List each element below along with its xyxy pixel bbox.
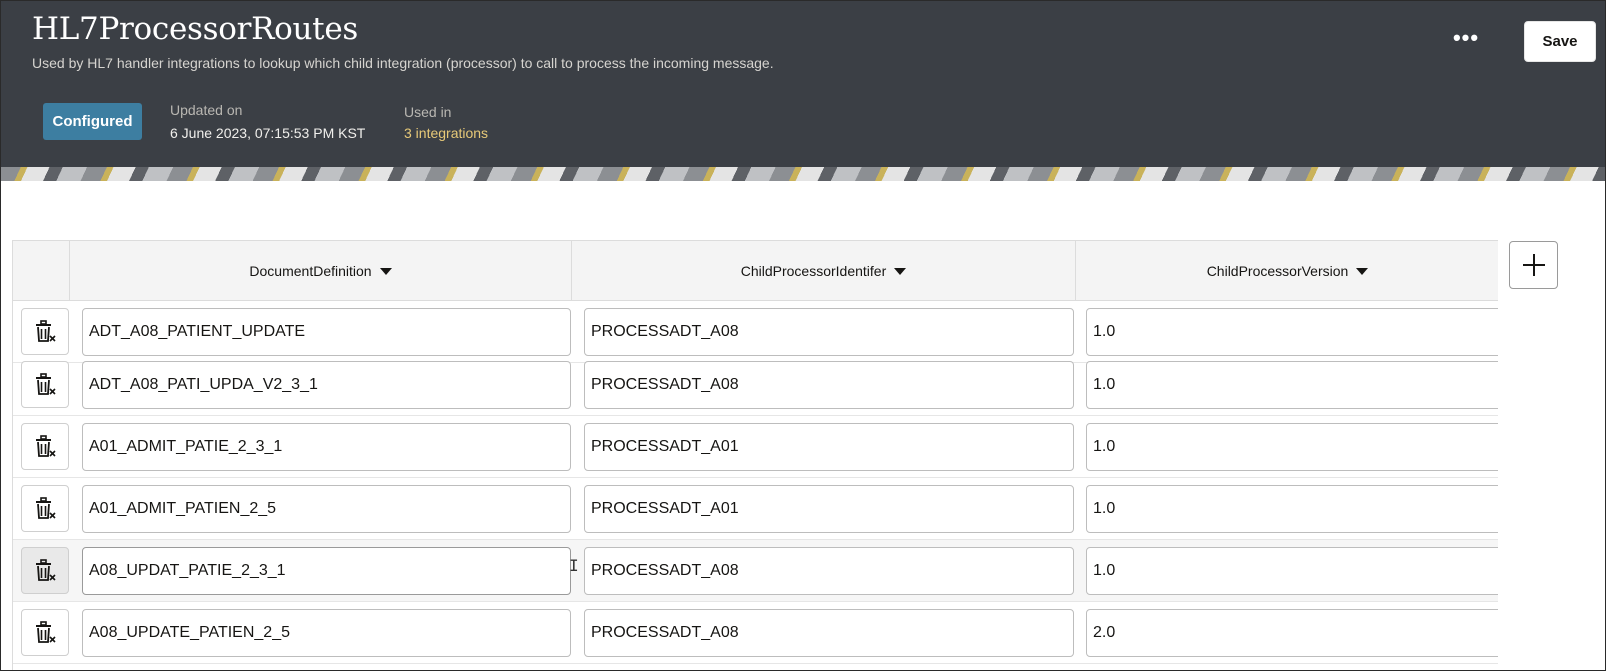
column-header-child-processor-identifer[interactable]: ChildProcessorIdentifer [572,241,1076,301]
page-header: HL7ProcessorRoutes Used by HL7 handler i… [1,1,1605,176]
child-processor-version-input[interactable]: 1.0 [1086,485,1498,533]
document-definition-input[interactable]: A01_ADMIT_PATIE_2_3_1 [82,423,571,471]
child-processor-identifier-input[interactable]: PROCESSADT_A08 [584,609,1074,657]
child-processor-identifier-input[interactable]: PROCESSADT_A08 [584,361,1074,409]
trash-icon [36,496,56,519]
used-in-link[interactable]: 3 integrations [404,125,488,141]
caret-down-icon[interactable] [379,267,392,275]
delete-row-button[interactable] [21,423,69,470]
updated-value: 6 June 2023, 07:15:53 PM KST [170,125,366,141]
column-header-child-processor-version[interactable]: ChildProcessorVersion [1076,241,1498,301]
trash-icon [36,434,56,457]
caret-down-icon[interactable] [1356,267,1369,275]
column-header-label: DocumentDefinition [249,263,372,279]
caret-down-icon[interactable] [894,267,907,275]
table-row: A01_ADMIT_PATIEN_2_5 PROCESSADT_A01 1.0 [13,478,1498,540]
status-badge: Configured [43,103,142,140]
child-processor-version-input[interactable]: 1.0 [1086,547,1498,595]
child-processor-version-input[interactable]: 1.0 [1086,361,1498,409]
document-definition-input[interactable]: A08_UPDAT_PATIE_2_3_1 [82,547,571,595]
child-processor-identifier-input[interactable]: PROCESSADT_A08 [584,547,1074,595]
page-subtitle: Used by HL7 handler integrations to look… [32,55,774,71]
trash-icon [36,558,56,581]
child-processor-version-input[interactable]: 1.0 [1086,423,1498,471]
delete-row-button[interactable] [21,547,69,594]
table-row: ADT_A08_PATI_UPDA_V2_3_1 PROCESSADT_A08 … [13,354,1498,416]
document-definition-input[interactable]: ADT_A08_PATIENT_UPDATE [82,308,571,356]
document-definition-input[interactable]: A01_ADMIT_PATIEN_2_5 [82,485,571,533]
trash-icon [36,372,56,395]
plus-icon [1522,254,1545,276]
add-row-button[interactable] [1509,241,1558,289]
app-frame: HL7ProcessorRoutes Used by HL7 handler i… [0,0,1606,671]
child-processor-identifier-input[interactable]: PROCESSADT_A01 [584,485,1074,533]
table-row: A08_UPDAT_PATIE_2_3_1 PROCESSADT_A08 1.0 [13,540,1498,602]
child-processor-identifier-input[interactable]: PROCESSADT_A08 [584,308,1074,356]
child-processor-version-input[interactable]: 2.0 [1086,609,1498,657]
page-title: HL7ProcessorRoutes [32,11,358,47]
decorative-stripe [1,167,1605,181]
delete-row-button[interactable] [21,609,69,656]
trash-icon [36,620,56,643]
more-options-button[interactable]: ••• [1448,27,1484,56]
table-row: A01_ADMIT_PATIE_2_3_1 PROCESSADT_A01 1.0 [13,416,1498,478]
delete-row-button[interactable] [21,308,69,355]
lookup-table: DocumentDefinition ChildProcessorIdentif… [12,240,1498,670]
column-header-label: ChildProcessorIdentifer [740,263,887,279]
save-button[interactable]: Save [1524,21,1596,62]
header-action-cell [13,241,70,301]
column-header-document-definition[interactable]: DocumentDefinition [70,241,572,301]
delete-row-button[interactable] [21,485,69,532]
updated-label: Updated on [170,102,243,118]
table-header: DocumentDefinition ChildProcessorIdentif… [13,240,1498,301]
trash-icon [36,319,56,342]
child-processor-version-input[interactable]: 1.0 [1086,308,1498,356]
document-definition-input[interactable]: A08_UPDATE_PATIEN_2_5 [82,609,571,657]
table-row: A08_UPDATE_PATIEN_2_5 PROCESSADT_A08 2.0 [13,602,1498,664]
column-header-label: ChildProcessorVersion [1206,263,1349,279]
child-processor-identifier-input[interactable]: PROCESSADT_A01 [584,423,1074,471]
delete-row-button[interactable] [21,361,69,408]
text-cursor-icon: I [569,556,579,575]
document-definition-input[interactable]: ADT_A08_PATI_UPDA_V2_3_1 [82,361,571,409]
used-in-label: Used in [404,104,452,120]
